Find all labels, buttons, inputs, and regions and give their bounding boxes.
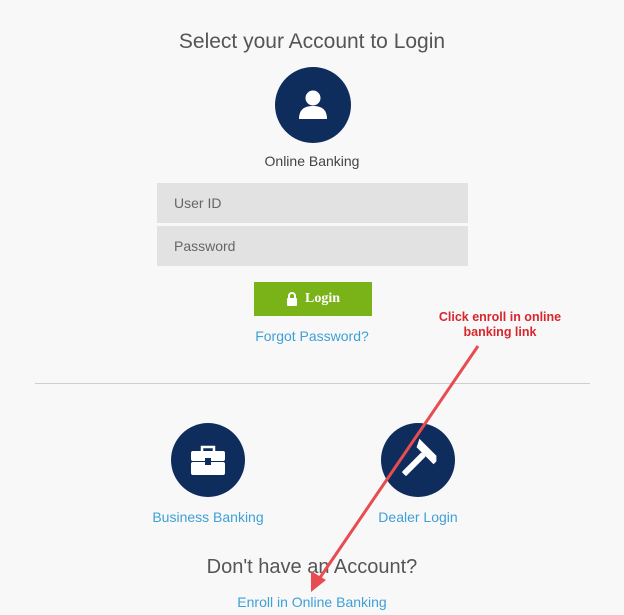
online-banking-label: Online Banking xyxy=(264,153,360,169)
enroll-online-banking-link[interactable]: Enroll in Online Banking xyxy=(187,594,437,610)
page-title: Select your Account to Login xyxy=(178,30,446,53)
business-banking-link[interactable]: Business Banking xyxy=(130,509,286,525)
login-button[interactable]: Login xyxy=(254,282,372,316)
password-input[interactable] xyxy=(157,226,468,266)
annotation-text: Click enroll in online banking link xyxy=(438,310,562,339)
user-icon xyxy=(299,90,327,119)
user-id-input[interactable] xyxy=(157,183,468,223)
dealer-login-button[interactable] xyxy=(381,423,455,497)
online-banking-avatar[interactable] xyxy=(275,67,351,143)
section-divider xyxy=(35,383,590,384)
briefcase-icon xyxy=(191,445,225,475)
forgot-password-link[interactable]: Forgot Password? xyxy=(212,328,412,344)
hammer-icon xyxy=(402,438,437,476)
dealer-login-link[interactable]: Dealer Login xyxy=(340,509,496,525)
no-account-heading: Don't have an Account? xyxy=(206,556,418,578)
login-label: Login xyxy=(304,291,340,306)
business-banking-button[interactable] xyxy=(171,423,245,497)
lock-icon xyxy=(286,292,297,306)
